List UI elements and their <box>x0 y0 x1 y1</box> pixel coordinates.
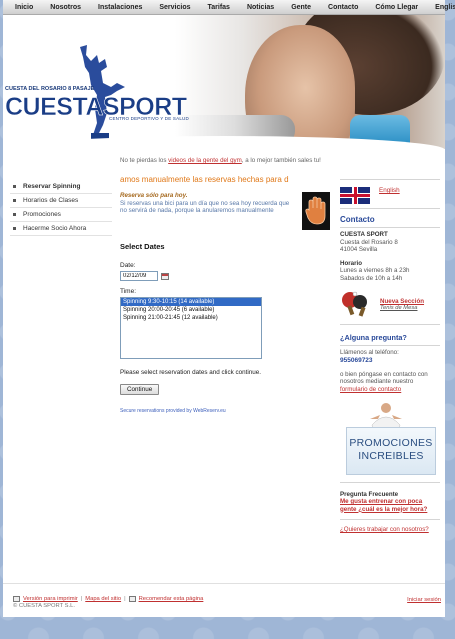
date-input[interactable] <box>120 271 158 281</box>
time-label: Time: <box>120 288 137 295</box>
bullet-icon <box>13 199 16 202</box>
right-column: English Contacto CUESTA SPORT Cuesta del… <box>340 176 440 533</box>
bullet-icon <box>13 227 16 230</box>
nav-item-tarifas[interactable]: Tarifas <box>200 4 239 11</box>
contact-title: Contacto <box>340 215 375 224</box>
scrolling-notice: amos manualmente las reservas hechas par… <box>120 175 289 184</box>
intro-text: No te pierdas los videos de la gente del… <box>120 157 321 164</box>
nav-item-inicio[interactable]: Inicio <box>7 4 42 11</box>
faq-title: Pregunta Frecuente <box>340 491 399 498</box>
bullet-icon <box>13 185 16 188</box>
continue-button[interactable]: Continue <box>120 384 160 395</box>
nav-item-instalaciones[interactable]: Instalaciones <box>90 4 151 11</box>
nav-item-english[interactable]: English <box>427 4 455 11</box>
english-link[interactable]: English <box>379 187 400 194</box>
promo-line-1: PROMOCIONES <box>349 437 433 449</box>
page: Inicio Nosotros Instalaciones Servicios Tari… <box>3 0 455 617</box>
nav-item-c-mo-llegar[interactable]: Cómo Llegar <box>367 4 427 11</box>
contact-address: CUESTA SPORT Cuesta del Rosario 8 41004 … <box>340 231 398 253</box>
nav-item-noticias[interactable]: Noticias <box>239 4 283 11</box>
mail-icon <box>128 596 136 602</box>
date-label: Date: <box>120 262 136 269</box>
login-link[interactable]: Iniciar sesión <box>407 597 441 603</box>
sidebar-item-label: Reservar Spinning <box>23 183 81 190</box>
main-content: No te pierdas los videos de la gente del… <box>120 157 330 414</box>
sidebar-item-label: Horarios de Clases <box>23 197 79 204</box>
reservation-form: Select Dates Date: Time: Spinning 9:30-1… <box>120 242 330 414</box>
uk-flag-icon[interactable] <box>340 187 370 204</box>
opening-hours: Horario Lunes a viernes 8h a 23h Sabados… <box>340 259 410 282</box>
faq-question-link[interactable]: Me gusta entrenar con poca gente ¿cuál e… <box>340 498 440 513</box>
copyright: © CUESTA SPORT S.L. <box>13 603 75 609</box>
sitemap-link[interactable]: Mapa del sitio <box>85 596 121 602</box>
phone-number: 955069723 <box>340 356 373 364</box>
promotions-banner[interactable]: PROMOCIONES INCREIBLES <box>340 401 440 479</box>
time-option[interactable]: Spinning 9:30-10:15 (14 available) <box>121 298 261 306</box>
nav-item-servicios[interactable]: Servicios <box>151 4 199 11</box>
faq: Pregunta Frecuente Me gusta entrenar con… <box>340 491 440 513</box>
time-listbox[interactable]: Spinning 9:30-10:15 (14 available) Spinni… <box>120 297 262 359</box>
notice-title: Reserva sólo para hoy. <box>120 192 188 199</box>
question-title: ¿Alguna pregunta? <box>340 333 407 342</box>
instruction-text: Please select reservation dates and clic… <box>120 369 262 376</box>
promo-line-2: INCREIBLES <box>358 450 424 462</box>
contact-form-text: o bien póngase en contacto con nosotros … <box>340 370 428 393</box>
site-logo[interactable]: CUESTA DEL ROSARIO 8 PASAJE CUESTASPORT … <box>5 43 195 143</box>
stop-hand-icon <box>302 192 330 230</box>
header: CUESTA DEL ROSARIO 8 PASAJE CUESTASPORT … <box>3 15 445 149</box>
printer-icon <box>13 596 20 602</box>
recommend-link[interactable]: Recomendar esta página <box>139 596 204 602</box>
bullet-icon <box>13 213 16 216</box>
sidebar-item-reservar-spinning[interactable]: Reservar Spinning <box>10 180 112 194</box>
logo-tagline: CUESTA DEL ROSARIO 8 PASAJE <box>5 86 95 92</box>
sidebar-item-hacerme-socio-ahora[interactable]: Hacerme Socio Ahora <box>10 222 112 236</box>
table-tennis-promo[interactable]: Nueva Sección Tenis de Mesa <box>340 290 440 318</box>
top-nav: Inicio Nosotros Instalaciones Servicios Tari… <box>3 0 455 15</box>
nav-item-gente[interactable]: Gente <box>283 4 320 11</box>
nav-item-nosotros[interactable]: Nosotros <box>42 4 90 11</box>
reservation-notice: Reserva sólo para hoy. Si reservas una b… <box>120 192 330 230</box>
sidebar-item-horarios-de-clases[interactable]: Horarios de Clases <box>10 194 112 208</box>
logo-subtitle: CENTRO DEPORTIVO Y DE SALUD <box>109 116 189 121</box>
videos-link[interactable]: videos de la gente del gym <box>168 157 242 164</box>
sidebar-item-label: Hacerme Socio Ahora <box>23 225 87 232</box>
sidebar-item-label: Promociones <box>23 211 61 218</box>
time-option[interactable]: Spinning 20:00-20:45 (6 available) <box>121 306 261 314</box>
sidebar-item-promociones[interactable]: Promociones <box>10 208 112 222</box>
jobs-link[interactable]: ¿Quieres trabajar con nosotros? <box>340 526 440 533</box>
sidebar: Reservar Spinning Horarios de Clases Promo… <box>10 180 112 236</box>
hero-image <box>175 15 445 149</box>
time-option[interactable]: Spinning 21:00-21:45 (12 available) <box>121 314 261 322</box>
nav-item-contacto[interactable]: Contacto <box>320 4 367 11</box>
print-link[interactable]: Versión para imprimir <box>23 596 78 602</box>
footer: Versión para imprimir | Mapa del sitio |… <box>3 583 445 617</box>
notice-text: Si reservas una bici para un día que no … <box>120 199 290 215</box>
ping-pong-icon <box>342 291 367 317</box>
call-text: Llámenos al teléfono: <box>340 349 399 356</box>
contact-form-link[interactable]: formulario de contacto <box>340 386 401 393</box>
secure-link[interactable]: Secure reservations provided by WebReser… <box>120 408 330 414</box>
calendar-icon[interactable] <box>161 272 169 280</box>
form-title: Select Dates <box>120 242 165 251</box>
